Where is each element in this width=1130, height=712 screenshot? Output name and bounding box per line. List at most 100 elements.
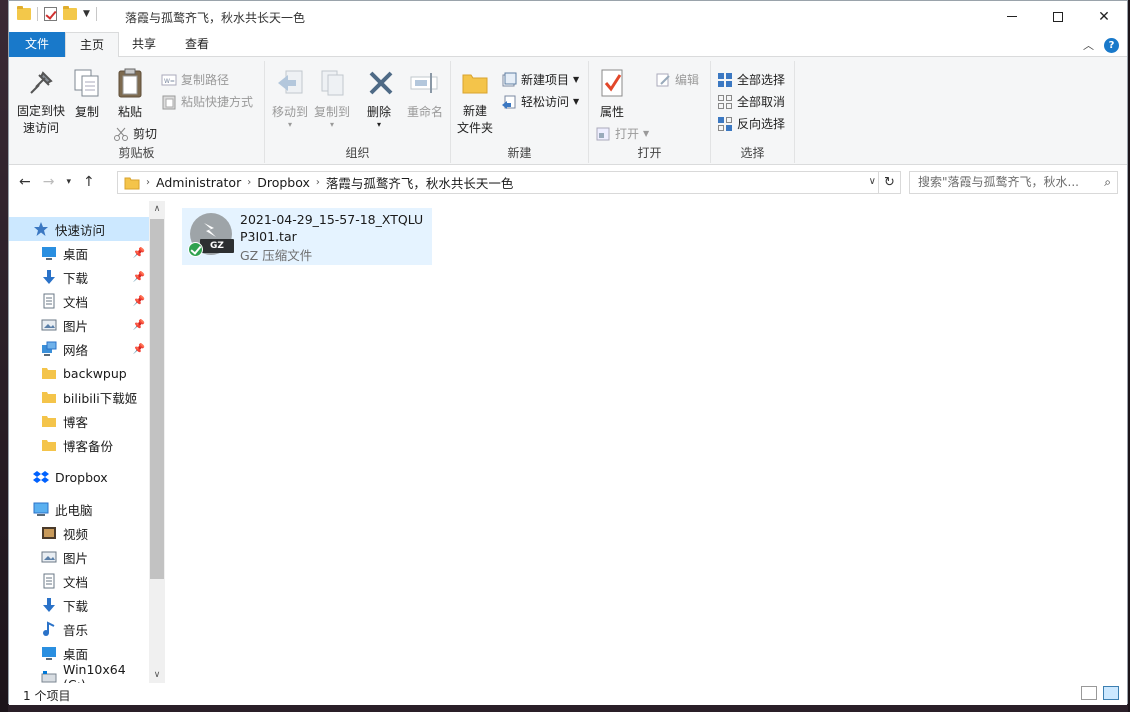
rename-icon bbox=[409, 67, 441, 99]
sidebar-item-network[interactable]: 网络 📌 bbox=[9, 337, 149, 361]
navpane-scrollbar[interactable]: ∧ ∨ bbox=[149, 201, 165, 683]
copy-path-label: 复制路径 bbox=[181, 73, 230, 87]
sidebar-item-videos[interactable]: 视频 bbox=[9, 521, 149, 545]
scissors-icon bbox=[113, 126, 129, 142]
help-icon[interactable]: ? bbox=[1104, 37, 1119, 53]
refresh-button[interactable]: ↻ bbox=[879, 171, 901, 194]
paste-button[interactable]: 粘贴 bbox=[112, 67, 148, 120]
new-folder-icon[interactable] bbox=[63, 6, 77, 20]
pin-icon[interactable]: 📌 bbox=[133, 296, 145, 307]
sidebar-item-label: 博客 bbox=[63, 414, 89, 430]
ribbon-tabs: 文件 主页 共享 查看 ︿ ? bbox=[9, 32, 1127, 58]
maximize-button[interactable] bbox=[1035, 1, 1081, 32]
sidebar-item-label: 博客备份 bbox=[63, 438, 114, 454]
breadcrumb-administrator[interactable]: Administrator bbox=[150, 175, 247, 190]
paste-shortcut-button[interactable]: 粘贴快捷方式 bbox=[161, 93, 253, 110]
open-group-label: 打开 bbox=[637, 146, 662, 160]
status-bar: 1 个项目 bbox=[9, 683, 1127, 705]
forward-arrow-icon[interactable]: → bbox=[43, 174, 55, 190]
sidebar-item-pc-pictures[interactable]: 图片 bbox=[9, 545, 149, 569]
sidebar-item-dropbox[interactable]: Dropbox bbox=[9, 465, 149, 489]
properties-button[interactable]: 属性 bbox=[595, 67, 629, 120]
edit-label: 编辑 bbox=[675, 73, 700, 87]
chevron-down-icon: ▾ bbox=[376, 120, 381, 129]
file-item[interactable]: GZ 2021-04-29_15-57-18_XTQLUP3I01.tar GZ… bbox=[182, 208, 432, 265]
copy-to-label: 复制到 bbox=[313, 105, 350, 119]
pin-icon[interactable]: 📌 bbox=[133, 272, 145, 283]
copy-to-button[interactable]: 复制到 ▾ bbox=[313, 67, 351, 129]
close-button[interactable]: ✕ bbox=[1081, 1, 1127, 32]
easy-access-icon bbox=[501, 94, 517, 110]
minimize-button[interactable] bbox=[989, 1, 1035, 32]
pin-icon[interactable]: 📌 bbox=[133, 344, 145, 355]
rename-button[interactable]: 重命名 bbox=[405, 67, 445, 120]
pin-icon[interactable]: 📌 bbox=[133, 320, 145, 331]
video-icon bbox=[41, 525, 57, 541]
chevron-down-icon[interactable]: ▼ bbox=[83, 9, 90, 19]
sidebar-item-pictures[interactable]: 图片 📌 bbox=[9, 313, 149, 337]
invert-selection-button[interactable]: 反向选择 bbox=[717, 115, 785, 132]
sidebar-item-label: 快速访问 bbox=[55, 222, 106, 238]
open-button[interactable]: 打开 ▼ bbox=[595, 125, 649, 142]
file-type: GZ 压缩文件 bbox=[240, 248, 313, 263]
tab-share[interactable]: 共享 bbox=[118, 32, 170, 57]
select-all-button[interactable]: 全部选择 bbox=[717, 71, 785, 88]
chevron-down-icon[interactable]: ∨ bbox=[869, 176, 876, 187]
pin-icon[interactable]: 📌 bbox=[133, 248, 145, 259]
address-bar[interactable]: › Administrator › Dropbox › 落霞与孤鹜齐飞，秋水共长… bbox=[117, 171, 879, 194]
select-none-icon bbox=[717, 94, 733, 110]
network-icon bbox=[41, 341, 57, 357]
recent-locations-icon[interactable]: ▾ bbox=[66, 177, 71, 187]
new-item-button[interactable]: 新建项目 ▼ bbox=[501, 71, 579, 88]
chevron-up-icon[interactable]: ∧ bbox=[149, 201, 165, 217]
sidebar-item-label: Dropbox bbox=[55, 469, 108, 485]
search-icon[interactable]: ⌕ bbox=[1104, 172, 1111, 193]
move-to-button[interactable]: 移动到 ▾ bbox=[271, 67, 309, 129]
tiles-view-button[interactable] bbox=[1103, 686, 1119, 700]
select-none-button[interactable]: 全部取消 bbox=[717, 93, 785, 110]
search-input[interactable]: 搜索"落霞与孤鹜齐飞，秋水... ⌕ bbox=[909, 171, 1118, 194]
breadcrumb-current-folder[interactable]: 落霞与孤鹜齐飞，秋水共长天一色 bbox=[320, 173, 520, 192]
properties-icon[interactable] bbox=[44, 7, 57, 21]
easy-access-button[interactable]: 轻松访问 ▼ bbox=[501, 93, 579, 110]
breadcrumb-dropbox[interactable]: Dropbox bbox=[251, 175, 316, 190]
open-icon bbox=[595, 126, 611, 142]
delete-label: 删除 bbox=[366, 105, 391, 119]
details-view-button[interactable] bbox=[1081, 686, 1097, 700]
sidebar-item-pc-documents[interactable]: 文档 bbox=[9, 569, 149, 593]
sidebar-item-blog-backup[interactable]: 博客备份 bbox=[9, 433, 149, 457]
dropbox-icon bbox=[33, 469, 49, 485]
tab-file[interactable]: 文件 bbox=[9, 32, 65, 57]
cut-button[interactable]: 剪切 bbox=[113, 125, 157, 142]
tab-home[interactable]: 主页 bbox=[65, 32, 120, 58]
sidebar-item-desktop[interactable]: 桌面 📌 bbox=[9, 241, 149, 265]
select-all-icon bbox=[717, 72, 733, 88]
copy-button[interactable]: 复制 bbox=[71, 67, 103, 120]
navigation-bar: ← → ▾ ↑ › Administrator › Dropbox › 落霞与孤… bbox=[9, 165, 1127, 201]
sidebar-item-downloads[interactable]: 下载 📌 bbox=[9, 265, 149, 289]
copy-path-button[interactable]: W= 复制路径 bbox=[161, 71, 229, 88]
sidebar-item-blog[interactable]: 博客 bbox=[9, 409, 149, 433]
tab-view[interactable]: 查看 bbox=[171, 32, 223, 57]
up-arrow-icon[interactable]: ↑ bbox=[83, 174, 95, 190]
sidebar-item-label: Win10x64 (C:) bbox=[63, 662, 126, 683]
delete-button[interactable]: 删除 ▾ bbox=[365, 67, 393, 129]
edit-button[interactable]: 编辑 bbox=[655, 71, 699, 88]
sidebar-item-this-pc[interactable]: 此电脑 bbox=[9, 497, 149, 521]
sidebar-item-drive-c[interactable]: Win10x64 (C:) bbox=[9, 662, 149, 683]
scrollbar-thumb[interactable] bbox=[150, 219, 164, 579]
sidebar-item-quick-access[interactable]: 快速访问 bbox=[9, 217, 149, 241]
back-arrow-icon[interactable]: ← bbox=[19, 174, 31, 190]
collapse-ribbon-icon[interactable]: ︿ bbox=[1083, 37, 1094, 53]
sidebar-item-backwpup[interactable]: backwpup bbox=[9, 361, 149, 385]
sidebar-item-pc-downloads[interactable]: 下载 bbox=[9, 593, 149, 617]
chevron-down-icon: ▼ bbox=[573, 97, 580, 106]
new-folder-button[interactable]: 新建 文件夹 bbox=[455, 67, 495, 137]
chevron-down-icon[interactable]: ∨ bbox=[149, 667, 165, 683]
minimize-icon bbox=[1007, 16, 1017, 17]
pin-quick-access-button[interactable]: 固定到快速访问 bbox=[13, 67, 69, 137]
explorer-window: ▼ 落霞与孤鹜齐飞，秋水共长天一色 ✕ 文件 主页 共享 查看 ︿ ? 固定到快… bbox=[8, 0, 1128, 705]
sidebar-item-music[interactable]: 音乐 bbox=[9, 617, 149, 641]
sidebar-item-bilibili[interactable]: bilibili下载姬 bbox=[9, 385, 149, 409]
sidebar-item-documents[interactable]: 文档 📌 bbox=[9, 289, 149, 313]
